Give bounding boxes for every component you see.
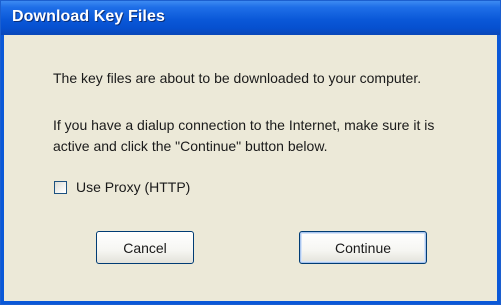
use-proxy-checkbox[interactable]: [54, 180, 67, 194]
title-bar[interactable]: Download Key Files: [1, 1, 500, 35]
window-frame-right: [497, 35, 500, 304]
use-proxy-option[interactable]: Use Proxy (HTTP): [54, 179, 190, 195]
cancel-button[interactable]: Cancel: [96, 231, 194, 264]
download-key-files-dialog: Download Key Files The key files are abo…: [0, 0, 501, 305]
dialup-instruction-line-2: active and click the "Continue" button b…: [53, 138, 328, 154]
download-notice-text: The key files are about to be downloaded…: [53, 70, 422, 86]
continue-button[interactable]: Continue: [299, 231, 427, 264]
dialup-instruction-line-1: If you have a dialup connection to the I…: [53, 117, 435, 133]
window-frame-left: [1, 35, 4, 304]
dialog-title: Download Key Files: [12, 8, 165, 25]
use-proxy-label[interactable]: Use Proxy (HTTP): [76, 179, 190, 195]
window-frame-bottom: [1, 301, 500, 304]
